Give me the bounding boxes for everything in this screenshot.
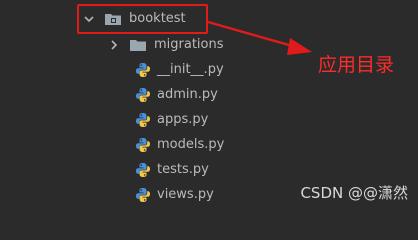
annotation-arrow-icon bbox=[207, 20, 312, 55]
annotation-label: 应用目录 bbox=[318, 54, 395, 76]
watermark: CSDN @@潇然 bbox=[300, 184, 408, 202]
